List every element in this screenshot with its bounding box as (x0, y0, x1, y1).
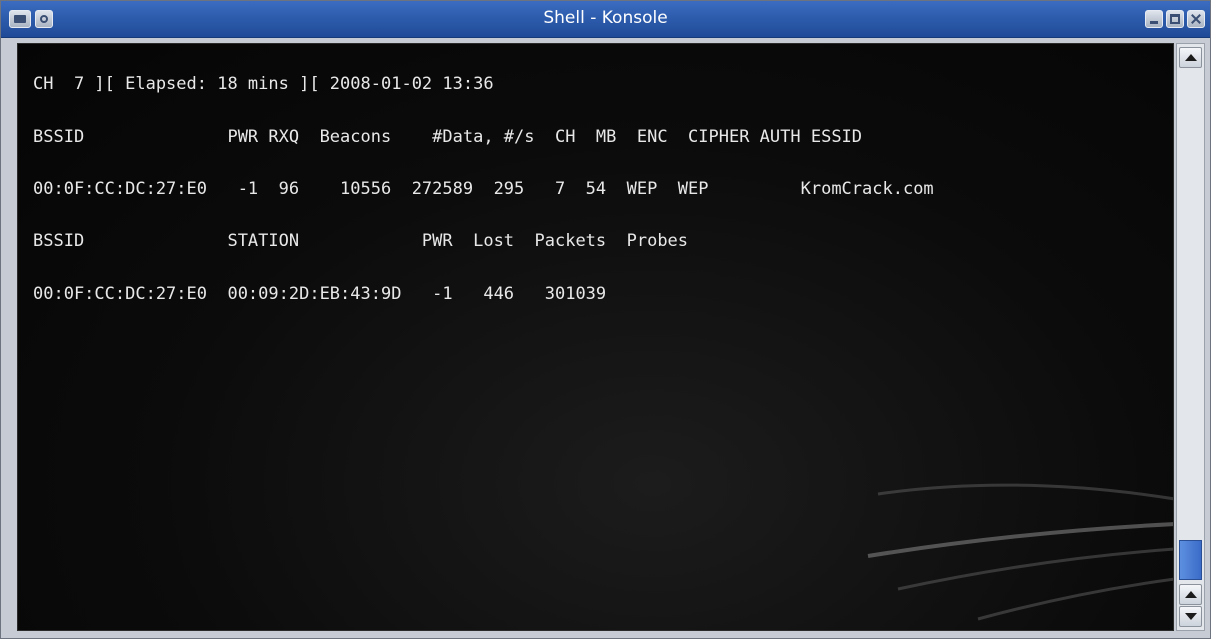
status-line: CH 7 ][ Elapsed: 18 mins ][ 2008-01-02 1… (33, 74, 494, 94)
scrollbar-thumb[interactable] (1179, 540, 1202, 580)
terminal-area[interactable]: CH 7 ][ Elapsed: 18 mins ][ 2008-01-02 1… (17, 43, 1174, 631)
title-bar[interactable]: Shell - Konsole (1, 1, 1210, 38)
vertical-scrollbar[interactable] (1176, 43, 1205, 631)
scroll-down-icon[interactable] (1179, 606, 1202, 627)
window-title: Shell - Konsole (543, 8, 668, 28)
ap-row-line: 00:0F:CC:DC:27:E0 -1 96 10556 272589 295… (33, 179, 934, 199)
close-icon[interactable] (1187, 10, 1205, 28)
station-row-line: 00:0F:CC:DC:27:E0 00:09:2D:EB:43:9D -1 4… (33, 284, 607, 304)
minimize-icon[interactable] (1145, 10, 1163, 28)
ap-header-line: BSSID PWR RXQ Beacons #Data, #/s CH MB E… (33, 127, 863, 147)
station-header-line: BSSID STATION PWR Lost Packets Probes (33, 231, 689, 251)
konsole-window: Shell - Konsole CH 7 ][ Elapsed: 18 mins… (0, 0, 1211, 639)
scroll-up-icon[interactable] (1179, 47, 1202, 68)
maximize-icon[interactable] (1166, 10, 1184, 28)
scroll-up-lower-icon[interactable] (1179, 584, 1202, 605)
